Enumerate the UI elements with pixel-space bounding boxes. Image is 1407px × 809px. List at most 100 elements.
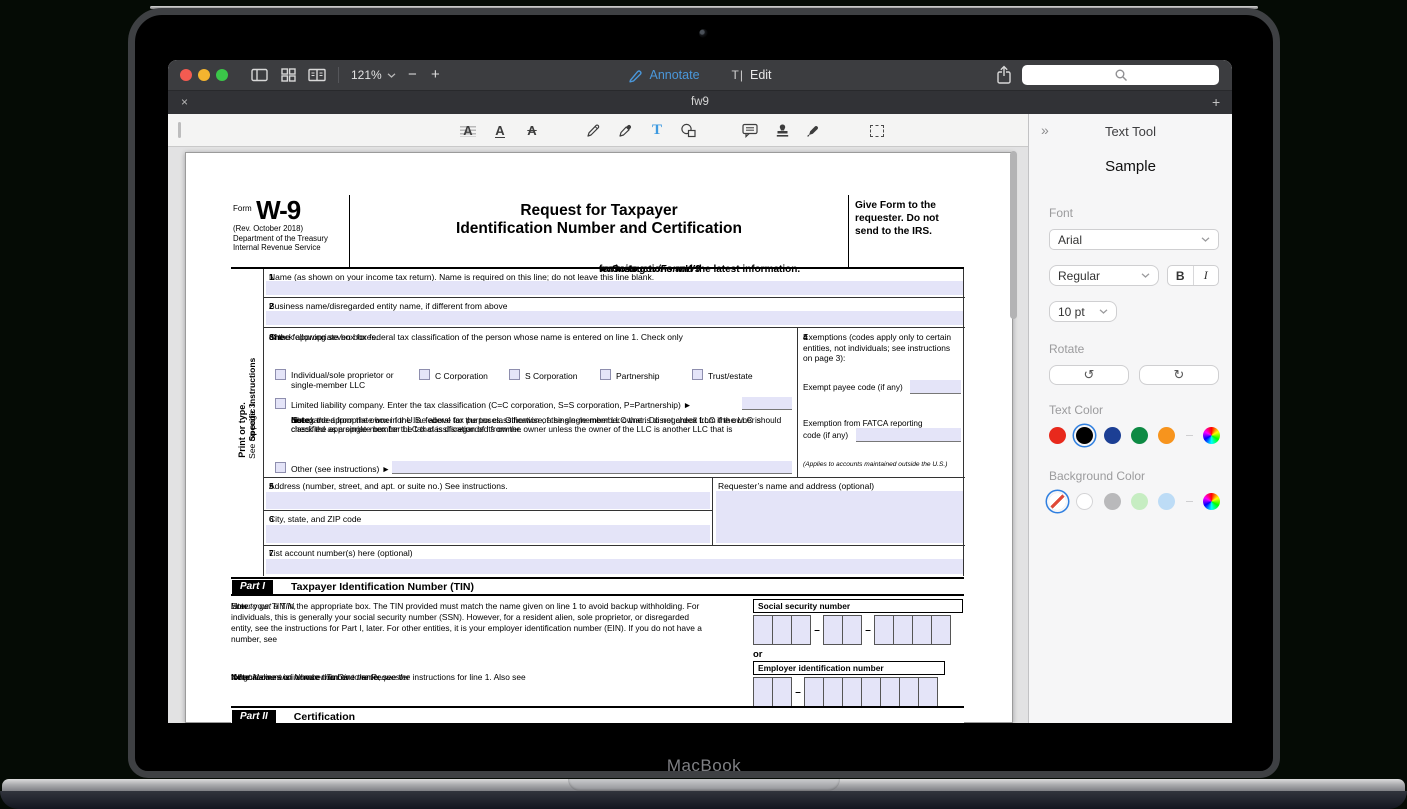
background-color-light-green[interactable] bbox=[1131, 493, 1148, 510]
name-field[interactable] bbox=[266, 281, 963, 295]
zoom-out-button[interactable]: − bbox=[408, 66, 417, 83]
checkbox-partnership[interactable] bbox=[600, 369, 611, 380]
highlight-tool-button[interactable]: A bbox=[455, 118, 481, 143]
tab-edit[interactable]: T| Edit bbox=[732, 68, 772, 82]
background-color-gray[interactable] bbox=[1104, 493, 1121, 510]
annotate-pen-icon bbox=[628, 68, 643, 83]
ssn-cell[interactable] bbox=[791, 615, 811, 645]
italic-button[interactable]: I bbox=[1194, 266, 1219, 285]
font-size-dropdown[interactable]: 10 pt bbox=[1049, 301, 1117, 322]
ssn-cell[interactable] bbox=[874, 615, 894, 645]
signature-tool-button[interactable] bbox=[800, 118, 826, 143]
other-field[interactable] bbox=[392, 461, 792, 474]
strikethrough-tool-button[interactable]: A bbox=[519, 118, 545, 143]
text-color-orange[interactable] bbox=[1158, 427, 1175, 444]
ssn-cell[interactable] bbox=[772, 615, 792, 645]
llc-classification-field[interactable] bbox=[742, 397, 792, 410]
text-color-picker[interactable] bbox=[1203, 427, 1220, 444]
address-field[interactable] bbox=[266, 492, 710, 509]
ein-input-cells[interactable]: – bbox=[753, 677, 937, 707]
sample-preview: Sample bbox=[1029, 158, 1232, 175]
fullscreen-window-button[interactable] bbox=[216, 69, 228, 81]
text-color-black-selected[interactable] bbox=[1076, 427, 1093, 444]
background-color-light-blue[interactable] bbox=[1158, 493, 1175, 510]
part2-badge: Part II bbox=[232, 710, 276, 724]
note-post: disregarded from the owner for U.S. fede… bbox=[291, 416, 797, 435]
ssn-input-cells[interactable]: – – bbox=[753, 615, 950, 645]
select-tool-button[interactable] bbox=[864, 118, 890, 143]
background-color-picker[interactable] bbox=[1203, 493, 1220, 510]
checkbox-individual[interactable] bbox=[275, 369, 286, 380]
font-family-dropdown[interactable]: Arial bbox=[1049, 229, 1219, 250]
document-tab[interactable]: fw9 bbox=[168, 96, 1232, 108]
shapes-tool-button[interactable] bbox=[675, 118, 701, 143]
zoom-in-button[interactable]: + bbox=[431, 66, 440, 83]
ssn-cell[interactable] bbox=[893, 615, 913, 645]
ssn-cell[interactable] bbox=[753, 615, 773, 645]
ein-cell[interactable] bbox=[861, 677, 881, 707]
close-window-button[interactable] bbox=[180, 69, 192, 81]
new-tab-button[interactable]: + bbox=[1212, 94, 1220, 110]
text-color-swatches bbox=[1049, 427, 1220, 444]
tab-annotate[interactable]: Annotate bbox=[628, 68, 699, 83]
toolbar-drag-handle[interactable] bbox=[178, 122, 181, 138]
sidebar-icon bbox=[251, 68, 268, 82]
city-state-zip-field[interactable] bbox=[266, 525, 710, 543]
ssn-cell[interactable] bbox=[842, 615, 862, 645]
text-tool-button[interactable]: T bbox=[644, 118, 670, 143]
ein-cell[interactable] bbox=[823, 677, 843, 707]
rotate-ccw-button[interactable]: ↺ bbox=[1049, 365, 1129, 385]
background-color-white[interactable] bbox=[1076, 493, 1093, 510]
checkbox-llc[interactable] bbox=[275, 398, 286, 409]
other-label: Other (see instructions) ► bbox=[291, 464, 390, 474]
share-button[interactable] bbox=[995, 65, 1013, 85]
fatca-code-field[interactable] bbox=[856, 428, 961, 442]
ein-cell[interactable] bbox=[753, 677, 773, 707]
requester-field[interactable] bbox=[716, 491, 963, 543]
stamp-tool-button[interactable] bbox=[769, 118, 795, 143]
ein-label-box: Employer identification number bbox=[753, 661, 945, 675]
two-page-view-button[interactable] bbox=[308, 67, 326, 83]
checkbox-trust-estate-label: Trust/estate bbox=[708, 371, 753, 381]
pencil-tool-button[interactable] bbox=[580, 118, 606, 143]
checkbox-c-corporation[interactable] bbox=[419, 369, 430, 380]
font-style-dropdown[interactable]: Regular bbox=[1049, 265, 1159, 286]
rotate-cw-button[interactable]: ↻ bbox=[1139, 365, 1219, 385]
ein-cell[interactable] bbox=[804, 677, 824, 707]
ein-cell[interactable] bbox=[899, 677, 919, 707]
ein-cell[interactable] bbox=[918, 677, 938, 707]
business-name-field[interactable] bbox=[266, 311, 963, 325]
w9-form-page: Form W-9 (Rev. October 2018) Department … bbox=[185, 152, 1013, 723]
text-color-green[interactable] bbox=[1131, 427, 1148, 444]
exempt-payee-field[interactable] bbox=[910, 380, 961, 394]
bold-button[interactable]: B bbox=[1168, 266, 1194, 285]
sidebar-toggle-button[interactable] bbox=[250, 67, 268, 83]
note-tool-button[interactable] bbox=[737, 118, 763, 143]
exempt-payee-label: Exempt payee code (if any) bbox=[803, 383, 903, 393]
form-word: Form bbox=[233, 204, 252, 213]
checkbox-s-corporation[interactable] bbox=[509, 369, 520, 380]
grid-icon bbox=[281, 68, 296, 82]
vertical-scrollbar[interactable] bbox=[1010, 151, 1017, 319]
search-input[interactable] bbox=[1022, 65, 1219, 85]
ein-cell[interactable] bbox=[772, 677, 792, 707]
text-color-navy[interactable] bbox=[1104, 427, 1121, 444]
account-numbers-field[interactable] bbox=[266, 559, 963, 574]
ein-cell[interactable] bbox=[842, 677, 862, 707]
zoom-level-dropdown[interactable]: 121% bbox=[351, 68, 396, 82]
ssn-cell[interactable] bbox=[823, 615, 843, 645]
text-color-red[interactable] bbox=[1049, 427, 1066, 444]
background-color-none-selected[interactable] bbox=[1049, 493, 1066, 510]
font-section-label: Font bbox=[1049, 206, 1073, 220]
underline-tool-button[interactable]: A bbox=[487, 118, 513, 143]
ssn-cell[interactable] bbox=[931, 615, 951, 645]
chevron-down-icon bbox=[1099, 309, 1108, 314]
minimize-window-button[interactable] bbox=[198, 69, 210, 81]
ssn-cell[interactable] bbox=[912, 615, 932, 645]
macbook-base-body bbox=[0, 791, 1407, 809]
thumbnails-view-button[interactable] bbox=[279, 67, 297, 83]
marker-tool-button[interactable] bbox=[612, 118, 638, 143]
checkbox-other[interactable] bbox=[275, 462, 286, 473]
checkbox-trust-estate[interactable] bbox=[692, 369, 703, 380]
ein-cell[interactable] bbox=[880, 677, 900, 707]
